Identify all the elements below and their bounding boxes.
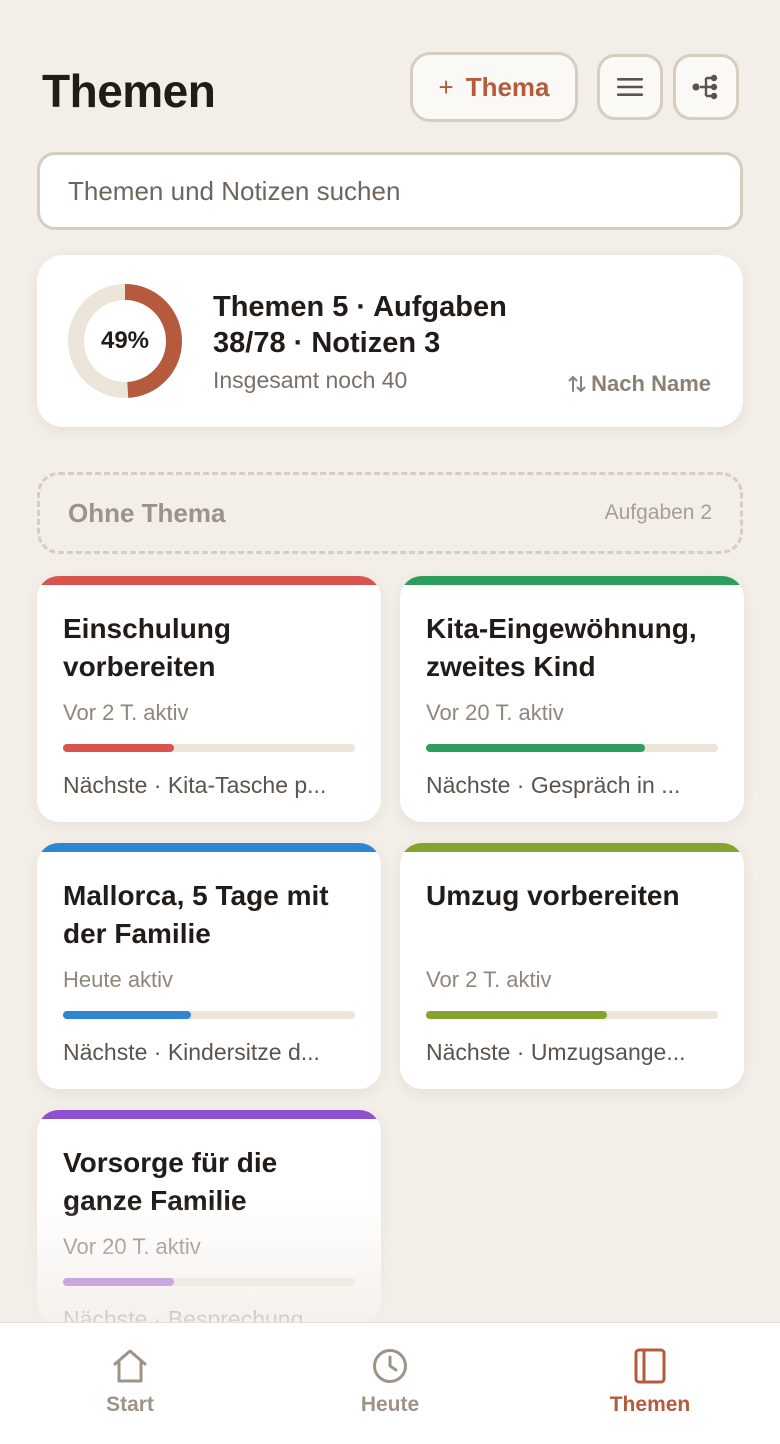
no-topic-group[interactable]: Ohne Thema Aufgaben 2 bbox=[37, 472, 743, 554]
topic-color-bar bbox=[37, 576, 381, 585]
topic-next-task: Nächste · Kindersitze d... bbox=[63, 1039, 320, 1065]
menu-icon bbox=[617, 78, 643, 96]
topic-card[interactable]: Kita-Eingewöhnung, zweites Kind Vor 20 T… bbox=[400, 576, 744, 822]
tab-label: Heute bbox=[360, 1393, 420, 1416]
topic-last-active: Vor 2 T. aktiv bbox=[426, 967, 552, 992]
topic-color-bar bbox=[400, 576, 744, 585]
sort-icon bbox=[568, 375, 586, 393]
topic-progress-fill bbox=[63, 744, 174, 752]
topic-progress-fill bbox=[426, 1011, 608, 1019]
topic-progress-fill bbox=[426, 744, 645, 752]
topic-card[interactable]: Mallorca, 5 Tage mit der Familie Heute a… bbox=[37, 843, 381, 1089]
topic-progress bbox=[63, 1011, 355, 1019]
summary-headline: Themen 5 · Aufgaben 38/78 · Notizen 3 bbox=[213, 291, 507, 359]
topic-title: Einschulung vorbereiten bbox=[63, 613, 231, 682]
no-topic-count: Aufgaben 2 bbox=[604, 501, 712, 524]
tree-view-button[interactable] bbox=[673, 54, 739, 120]
topic-next-task: Nächste · Gespräch in ... bbox=[426, 772, 681, 798]
topic-card[interactable]: Umzug vorbereiten Vor 2 T. aktiv Nächste… bbox=[400, 843, 744, 1089]
summary-remaining: Insgesamt noch 40 bbox=[213, 367, 408, 393]
sort-label: Nach Name bbox=[591, 371, 711, 396]
topic-last-active: Vor 2 T. aktiv bbox=[63, 700, 189, 725]
tab-start[interactable]: Start bbox=[0, 1323, 260, 1444]
topic-title: Kita-Eingewöhnung, zweites Kind bbox=[426, 613, 697, 682]
notebook-icon bbox=[634, 1348, 666, 1384]
topic-title: Umzug vorbereiten bbox=[426, 880, 680, 911]
topic-card[interactable]: Vorsorge für die ganze Familie Vor 20 T.… bbox=[37, 1110, 381, 1324]
topic-progress-fill bbox=[63, 1011, 192, 1019]
progress-percent: 49% bbox=[100, 327, 150, 354]
topic-next-task: Nächste · Umzugsange... bbox=[426, 1039, 686, 1065]
search-input[interactable]: Themen und Notizen suchen bbox=[37, 152, 743, 230]
topic-title: Mallorca, 5 Tage mit der Familie bbox=[63, 880, 329, 949]
topic-progress bbox=[426, 1011, 718, 1019]
sort-button[interactable]: Nach Name bbox=[567, 371, 711, 397]
summary-card: 49% Themen 5 · Aufgaben 38/78 · Notizen … bbox=[37, 255, 743, 427]
header: Themen + Thema bbox=[40, 52, 740, 124]
clock-icon bbox=[373, 1349, 407, 1383]
tab-label: Start bbox=[106, 1393, 154, 1416]
add-topic-button[interactable]: + Thema bbox=[410, 52, 578, 122]
list-view-button[interactable] bbox=[597, 54, 663, 120]
tree-icon bbox=[692, 74, 718, 100]
topic-color-bar bbox=[37, 1110, 381, 1119]
page-title: Themen bbox=[42, 65, 216, 117]
no-topic-title: Ohne Thema bbox=[68, 497, 226, 528]
topic-card[interactable]: Einschulung vorbereiten Vor 2 T. aktiv N… bbox=[37, 576, 381, 822]
tab-themen[interactable]: Themen bbox=[520, 1323, 780, 1444]
topic-progress bbox=[426, 744, 718, 752]
topic-title: Vorsorge für die ganze Familie bbox=[63, 1147, 278, 1216]
bottom-tab-bar: Start Heute Themen bbox=[0, 1322, 780, 1444]
home-icon bbox=[113, 1349, 147, 1383]
tab-heute[interactable]: Heute bbox=[260, 1323, 520, 1444]
tab-label: Themen bbox=[609, 1393, 691, 1416]
topic-last-active: Heute aktiv bbox=[63, 967, 174, 992]
topic-progress bbox=[63, 1278, 355, 1286]
topic-color-bar bbox=[400, 843, 744, 852]
topic-progress-fill bbox=[63, 1278, 174, 1286]
plus-icon: + bbox=[438, 71, 454, 102]
topic-color-bar bbox=[37, 843, 381, 852]
search-placeholder: Themen und Notizen suchen bbox=[68, 175, 401, 206]
topic-last-active: Vor 20 T. aktiv bbox=[426, 700, 564, 725]
add-topic-label: Thema bbox=[465, 71, 550, 102]
topic-last-active: Vor 20 T. aktiv bbox=[63, 1234, 201, 1259]
topic-next-task: Nächste · Kita-Tasche p... bbox=[63, 772, 327, 798]
topic-progress bbox=[63, 744, 355, 752]
